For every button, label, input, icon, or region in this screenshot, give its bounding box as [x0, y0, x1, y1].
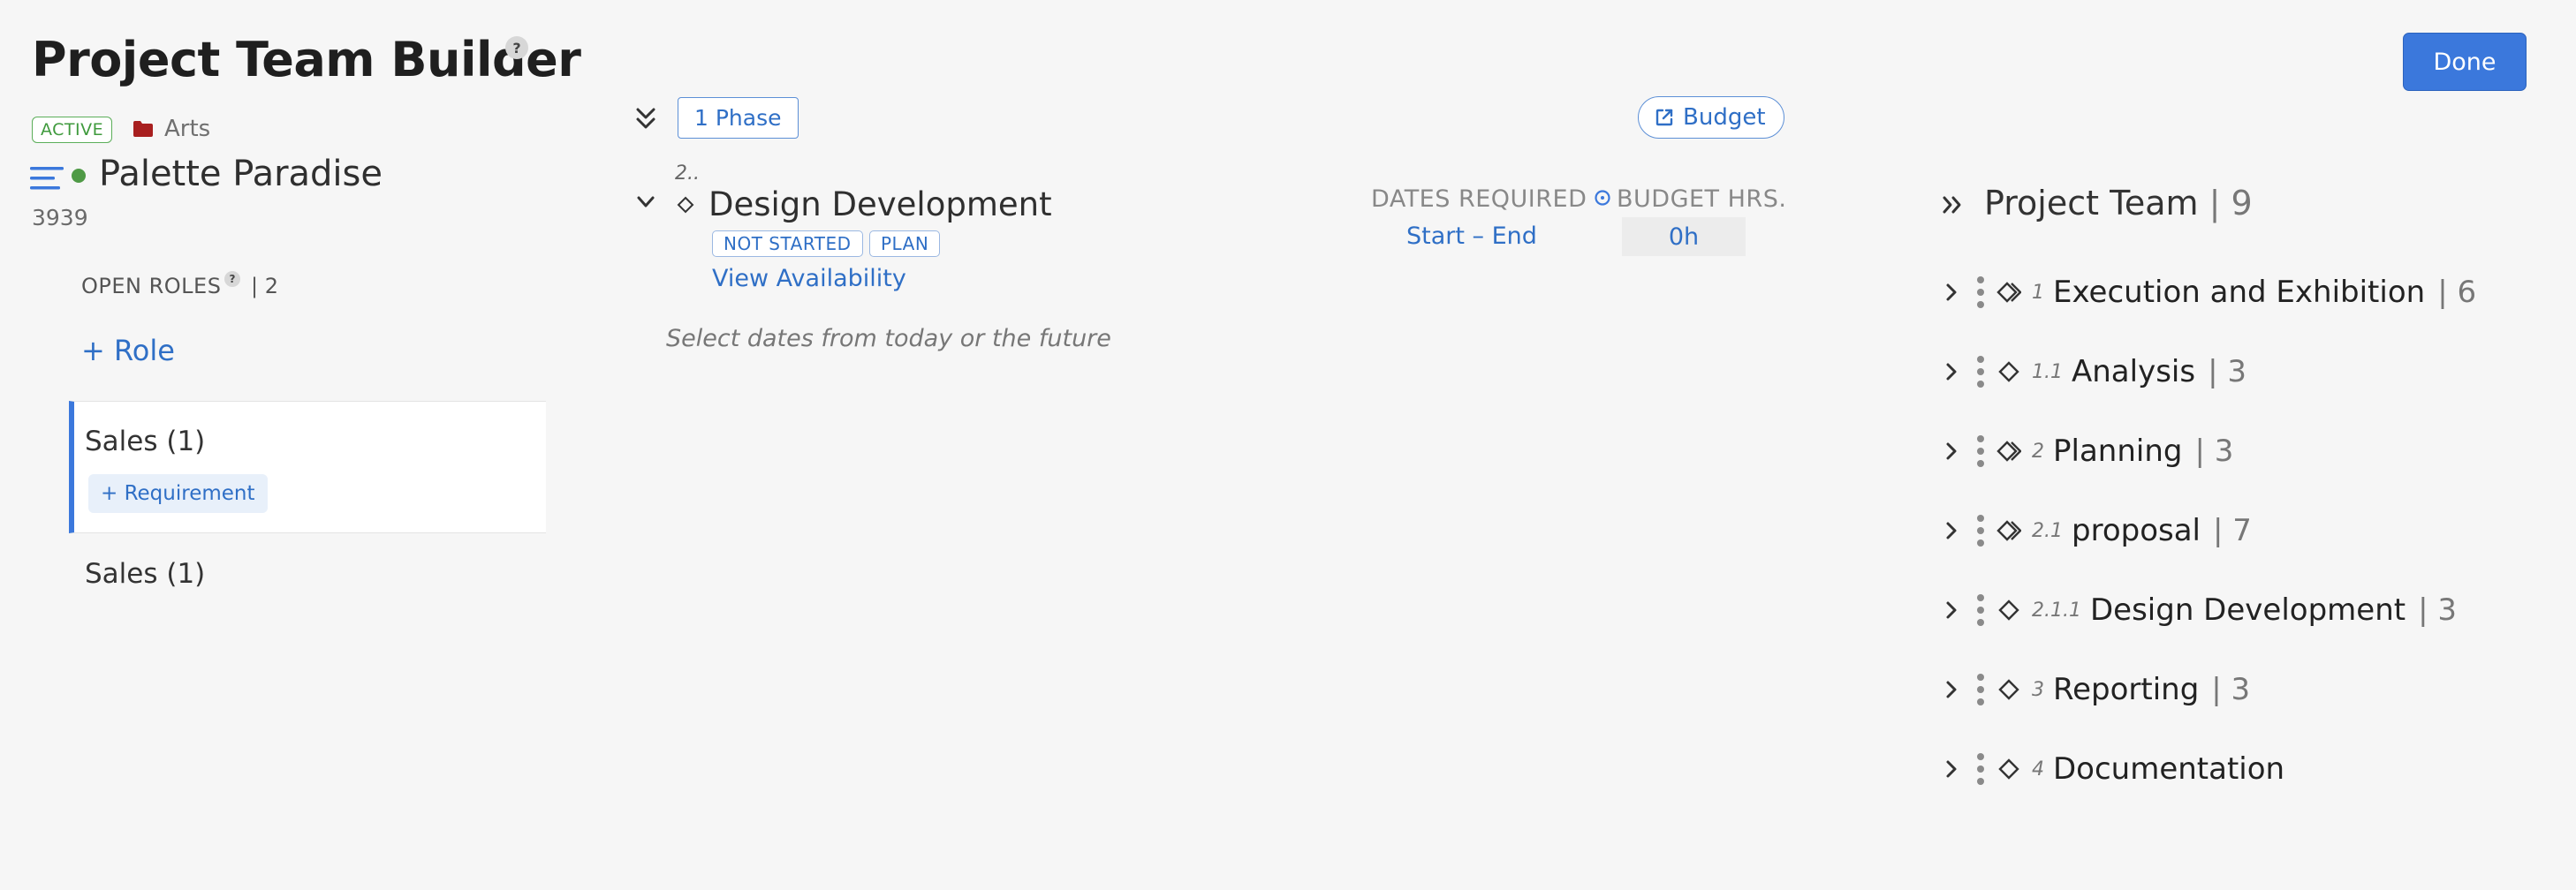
- diamond-icon: [1998, 361, 2019, 382]
- external-link-icon: [1655, 109, 1673, 126]
- phase-title: Design Development: [708, 185, 1052, 223]
- folder-icon: [133, 121, 153, 137]
- dates-required-label: DATES REQUIRED: [1371, 185, 1587, 213]
- double-chevron-right-icon[interactable]: [1940, 192, 1965, 217]
- double-diamond-icon: [1996, 441, 2021, 462]
- drag-handle-icon[interactable]: [1975, 514, 1986, 547]
- budget-button-label: Budget: [1683, 104, 1766, 131]
- row-label[interactable]: proposal: [2072, 513, 2201, 548]
- project-team-title: Project Team | 9: [1984, 184, 2253, 222]
- chevron-right-icon[interactable]: [1940, 678, 1963, 701]
- budget-hours-input[interactable]: 0h: [1622, 217, 1746, 256]
- row-count: | 6: [2437, 275, 2477, 310]
- chevron-right-icon[interactable]: [1940, 281, 1963, 304]
- drag-handle-icon[interactable]: [1975, 355, 1986, 388]
- add-role-button[interactable]: + Role: [81, 334, 175, 367]
- menu-icon[interactable]: [30, 164, 67, 192]
- row-number: 1: [2032, 281, 2044, 304]
- phase-number: 2..: [675, 162, 700, 185]
- budget-button[interactable]: Budget: [1638, 96, 1784, 139]
- diamond-icon: [677, 196, 694, 214]
- team-row[interactable]: 1.1 Analysis | 3: [1940, 345, 2246, 398]
- chevron-right-icon[interactable]: [1940, 758, 1963, 781]
- chevron-right-icon[interactable]: [1940, 440, 1963, 463]
- budget-hours-label: BUDGET HRS.: [1617, 185, 1787, 213]
- row-count: | 3: [2211, 672, 2251, 707]
- date-hint: Select dates from today or the future: [666, 325, 1111, 352]
- row-count: | 3: [2194, 434, 2234, 469]
- page-title: Project Team Builder: [32, 32, 581, 87]
- row-number: 1.1: [2032, 360, 2063, 383]
- row-count: | 7: [2213, 513, 2252, 548]
- diamond-icon: [1998, 600, 2019, 621]
- done-button[interactable]: Done: [2403, 33, 2527, 91]
- row-label[interactable]: Analysis: [2072, 354, 2195, 389]
- row-number: 2.1: [2032, 519, 2063, 542]
- role-card-selected[interactable]: [69, 401, 546, 533]
- team-row[interactable]: 4 Documentation: [1940, 743, 2297, 796]
- team-row[interactable]: 2.1.1 Design Development | 3: [1940, 584, 2457, 637]
- project-team-count: | 9: [2209, 184, 2253, 222]
- phase-status-badge: NOT STARTED: [712, 230, 863, 257]
- drag-handle-icon[interactable]: [1975, 434, 1986, 468]
- plan-badge: PLAN: [869, 230, 941, 257]
- project-id: 3939: [32, 205, 88, 230]
- row-label[interactable]: Reporting: [2053, 672, 2199, 707]
- diamond-icon: [1998, 679, 2019, 700]
- row-number: 3: [2032, 678, 2044, 701]
- open-roles-count: | 2: [251, 274, 278, 298]
- team-row[interactable]: 1 Execution and Exhibition | 6: [1940, 266, 2476, 319]
- drag-handle-icon[interactable]: [1975, 593, 1986, 627]
- double-diamond-icon: [1996, 520, 2021, 541]
- row-count: | 3: [2208, 354, 2246, 389]
- collapse-all-icon[interactable]: [633, 104, 659, 132]
- row-number: 2: [2032, 440, 2044, 463]
- status-dot: [72, 169, 86, 183]
- chevron-right-icon[interactable]: [1940, 519, 1963, 542]
- row-number: 4: [2032, 758, 2044, 781]
- open-roles-heading: OPEN ROLES: [81, 274, 222, 298]
- row-number: 2.1.1: [2032, 599, 2081, 622]
- team-row[interactable]: 2.1 proposal | 7: [1940, 504, 2252, 557]
- chevron-right-icon[interactable]: [1940, 360, 1963, 383]
- date-range-input[interactable]: Start – End: [1406, 222, 1537, 250]
- row-label[interactable]: Planning: [2053, 434, 2182, 469]
- project-team-label: Project Team: [1984, 184, 2199, 222]
- phase-count-button[interactable]: 1 Phase: [678, 97, 799, 139]
- add-requirement-button[interactable]: + Requirement: [88, 474, 268, 513]
- chevron-right-icon[interactable]: [1940, 599, 1963, 622]
- help-icon[interactable]: ?: [224, 271, 240, 287]
- view-availability-link[interactable]: View Availability: [712, 265, 906, 292]
- project-name: Palette Paradise: [99, 154, 383, 194]
- drag-handle-icon[interactable]: [1975, 275, 1986, 309]
- drag-handle-icon[interactable]: [1975, 752, 1986, 786]
- status-badge: ACTIVE: [32, 117, 113, 143]
- team-row[interactable]: 3 Reporting | 3: [1940, 663, 2250, 716]
- drag-handle-icon[interactable]: [1975, 673, 1986, 706]
- diamond-icon: [1998, 758, 2019, 780]
- folder-label[interactable]: Arts: [164, 116, 210, 142]
- clock-icon: [1595, 190, 1610, 206]
- row-count: | 3: [2418, 592, 2457, 628]
- help-icon[interactable]: ?: [505, 36, 528, 59]
- row-label[interactable]: Documentation: [2053, 751, 2284, 787]
- row-label[interactable]: Design Development: [2090, 592, 2406, 628]
- chevron-down-icon[interactable]: [634, 192, 657, 212]
- team-row[interactable]: 2 Planning | 3: [1940, 425, 2233, 478]
- role-title[interactable]: Sales (1): [85, 558, 205, 590]
- role-title[interactable]: Sales (1): [85, 426, 205, 457]
- double-diamond-icon: [1996, 282, 2021, 303]
- row-label[interactable]: Execution and Exhibition: [2053, 275, 2425, 310]
